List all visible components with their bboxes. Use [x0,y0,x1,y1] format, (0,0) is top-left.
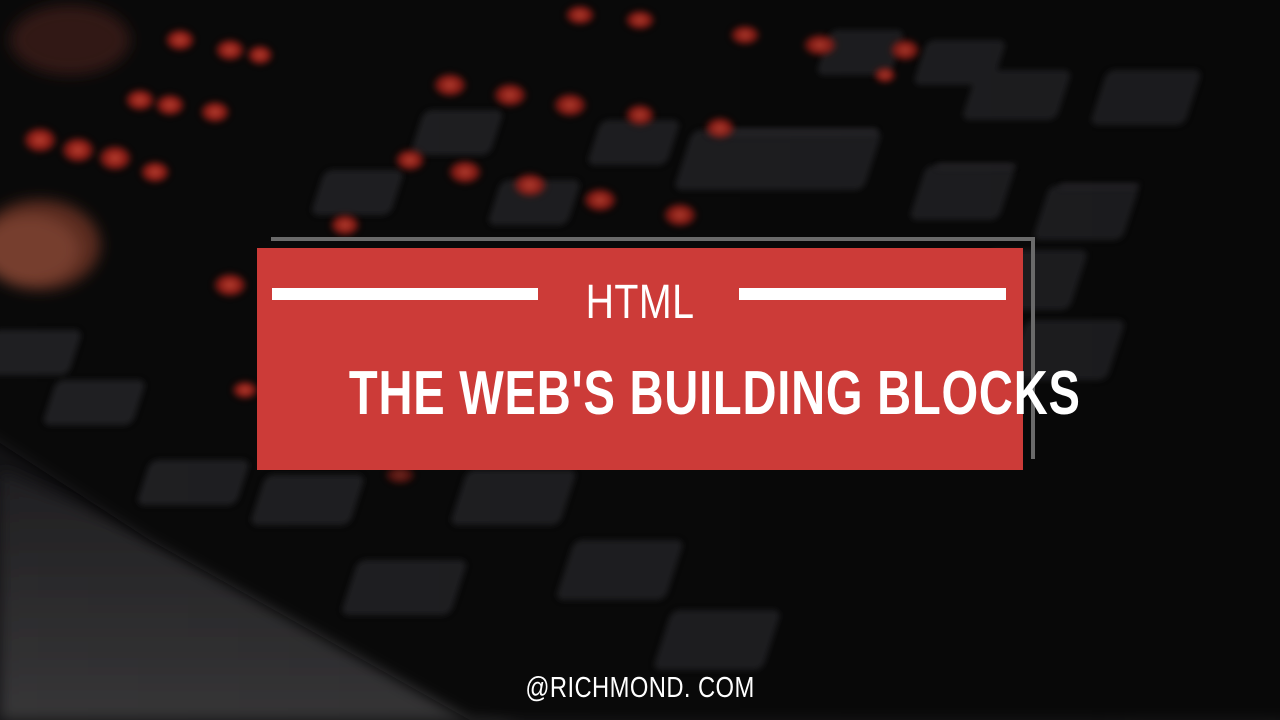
card-subtitle: HTML [585,276,695,329]
title-card: HTML THE WEB'S BUILDING BLOCKS [257,248,1081,470]
right-divider-line [739,288,1006,300]
left-divider-line [272,288,538,300]
card-headline: THE WEB'S BUILDING BLOCKS [348,359,1081,428]
website-handle: @RICHMOND. COM [525,672,755,704]
